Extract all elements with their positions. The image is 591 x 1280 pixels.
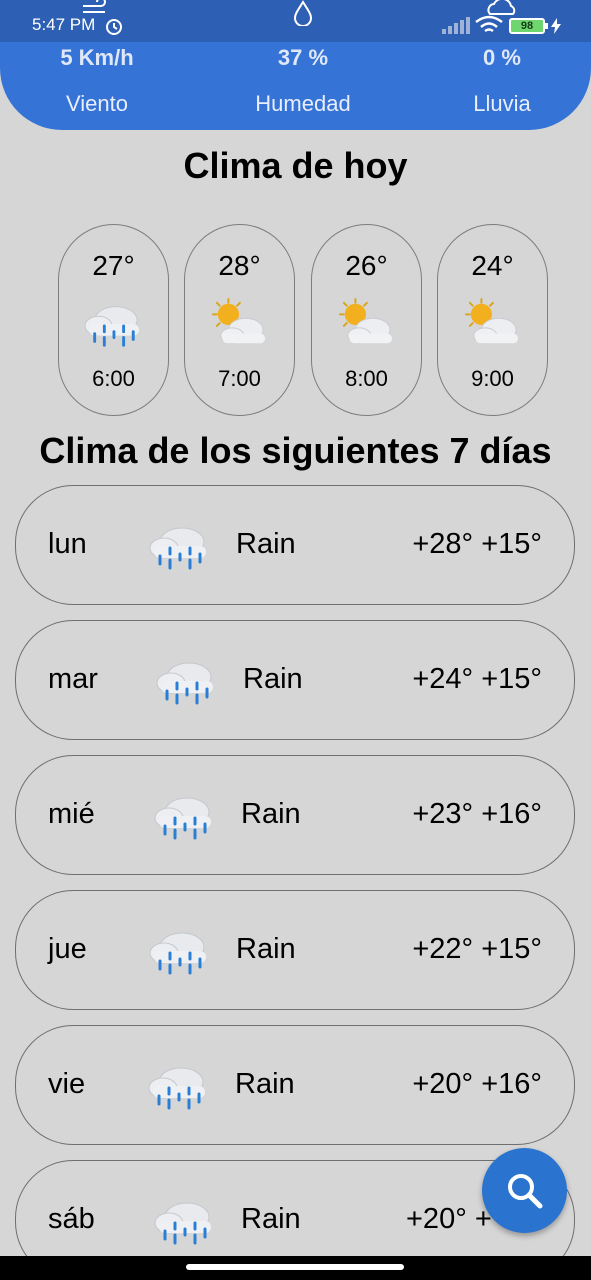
hour-time: 6:00 <box>92 366 135 391</box>
rain-cloud-icon <box>146 923 212 979</box>
day-row[interactable]: mar Rain +24° +15° <box>15 620 575 740</box>
hour-card[interactable]: 27° 6:00 <box>58 224 169 416</box>
rain-value: 0 % <box>483 45 521 70</box>
hour-temp: 26° <box>345 250 388 281</box>
hour-card[interactable]: 24° 9:00 <box>437 224 548 416</box>
day-name: vie <box>48 1068 86 1100</box>
wind-label: Viento <box>66 91 128 116</box>
week-title: Clima de los siguientes 7 días <box>39 430 552 471</box>
day-temps: +20° +16° <box>412 1068 542 1100</box>
day-temps: +22° +15° <box>412 933 542 965</box>
home-gesture-handle[interactable] <box>186 1264 404 1270</box>
wind-stat: 5 Km/h Viento <box>17 45 177 117</box>
partly-cloudy-icon <box>460 297 524 351</box>
day-row[interactable]: jue Rain +22° +15° <box>15 890 575 1010</box>
alarm-icon <box>106 19 122 35</box>
hour-time: 8:00 <box>345 366 388 391</box>
day-name: lun <box>48 528 87 560</box>
day-temps: +20° + <box>406 1203 492 1235</box>
day-description: Rain <box>243 663 303 695</box>
wind-value: 5 Km/h <box>60 45 134 70</box>
humidity-label: Humedad <box>255 91 351 116</box>
day-description: Rain <box>241 798 301 830</box>
charging-icon <box>551 18 561 34</box>
humidity-value: 37 % <box>277 45 329 70</box>
day-name: mié <box>48 798 95 830</box>
day-name: mar <box>48 663 98 695</box>
rain-cloud-icon <box>151 1193 217 1249</box>
cloud-notification-icon <box>487 0 516 15</box>
hour-temp: 24° <box>471 250 514 281</box>
hour-temp: 28° <box>218 250 261 281</box>
day-temps: +28° +15° <box>412 528 542 560</box>
day-temps: +23° +16° <box>412 798 542 830</box>
hour-card[interactable]: 28° 7:00 <box>184 224 295 416</box>
partly-cloudy-icon <box>207 297 271 351</box>
day-row[interactable]: mié Rain +23° +16° <box>15 755 575 875</box>
day-name: sáb <box>48 1203 95 1235</box>
partly-cloudy-icon <box>334 297 398 351</box>
water-drop-icon <box>293 0 313 26</box>
day-temps: +24° +15° <box>412 663 542 695</box>
humidity-stat: 37 % Humedad <box>223 45 383 117</box>
rain-cloud-icon <box>81 297 145 351</box>
day-row[interactable]: lun Rain +28° +15° <box>15 485 575 605</box>
search-button[interactable] <box>482 1148 567 1233</box>
battery-tip <box>545 23 548 29</box>
today-title: Clima de hoy <box>183 145 408 186</box>
signal-icon <box>442 17 470 34</box>
rain-cloud-icon <box>145 1058 211 1114</box>
rain-cloud-icon <box>146 518 212 574</box>
day-description: Rain <box>241 1203 301 1235</box>
day-description: Rain <box>236 528 296 560</box>
hour-card[interactable]: 26° 8:00 <box>311 224 422 416</box>
battery-icon: 98 <box>509 18 545 34</box>
hour-temp: 27° <box>92 250 135 281</box>
day-name: jue <box>48 933 87 965</box>
wifi-icon <box>475 15 503 33</box>
hour-time: 7:00 <box>218 366 261 391</box>
rain-cloud-icon <box>153 653 219 709</box>
search-icon <box>508 1174 543 1209</box>
day-description: Rain <box>235 1068 295 1100</box>
status-bar: 5:47 PM 98 <box>0 0 591 42</box>
rain-label: Lluvia <box>473 91 531 116</box>
day-row[interactable]: vie Rain +20° +16° <box>15 1025 575 1145</box>
rain-stat: 0 % Lluvia <box>422 45 582 117</box>
rain-cloud-icon <box>151 788 217 844</box>
hour-time: 9:00 <box>471 366 514 391</box>
day-description: Rain <box>236 933 296 965</box>
